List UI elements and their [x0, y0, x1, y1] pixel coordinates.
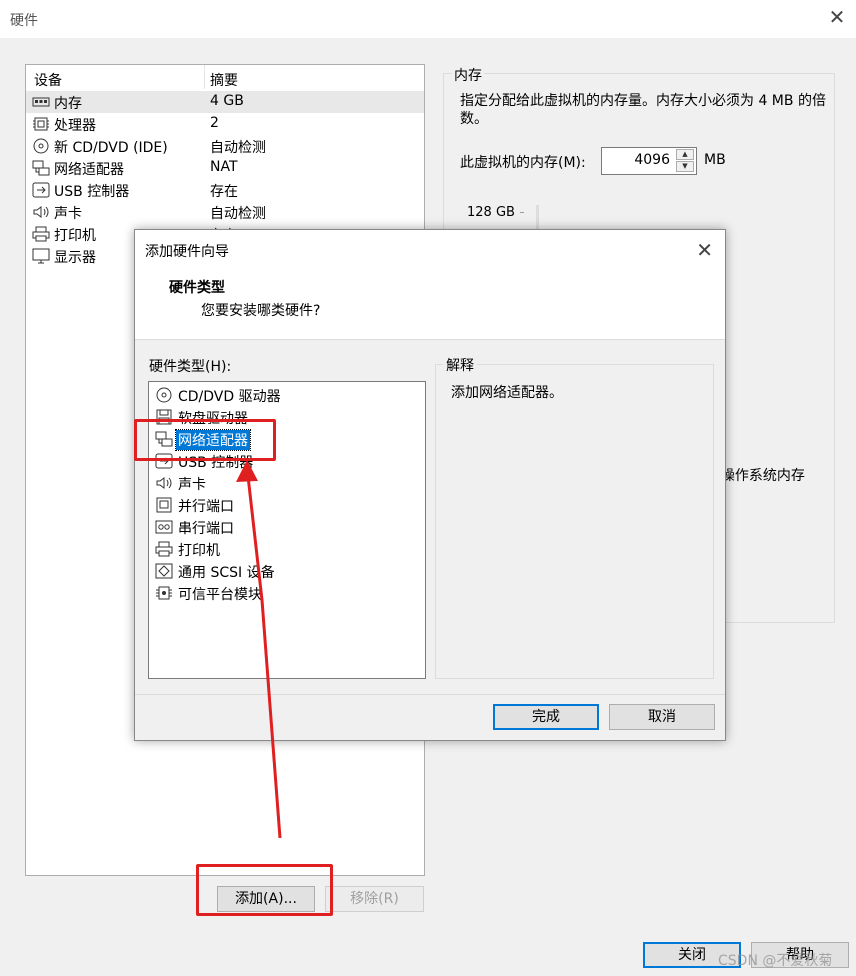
explanation-title: 解释	[443, 355, 477, 375]
annotation-arrow	[236, 460, 282, 839]
watermark: CSDN @不爱秋菊	[718, 953, 833, 969]
